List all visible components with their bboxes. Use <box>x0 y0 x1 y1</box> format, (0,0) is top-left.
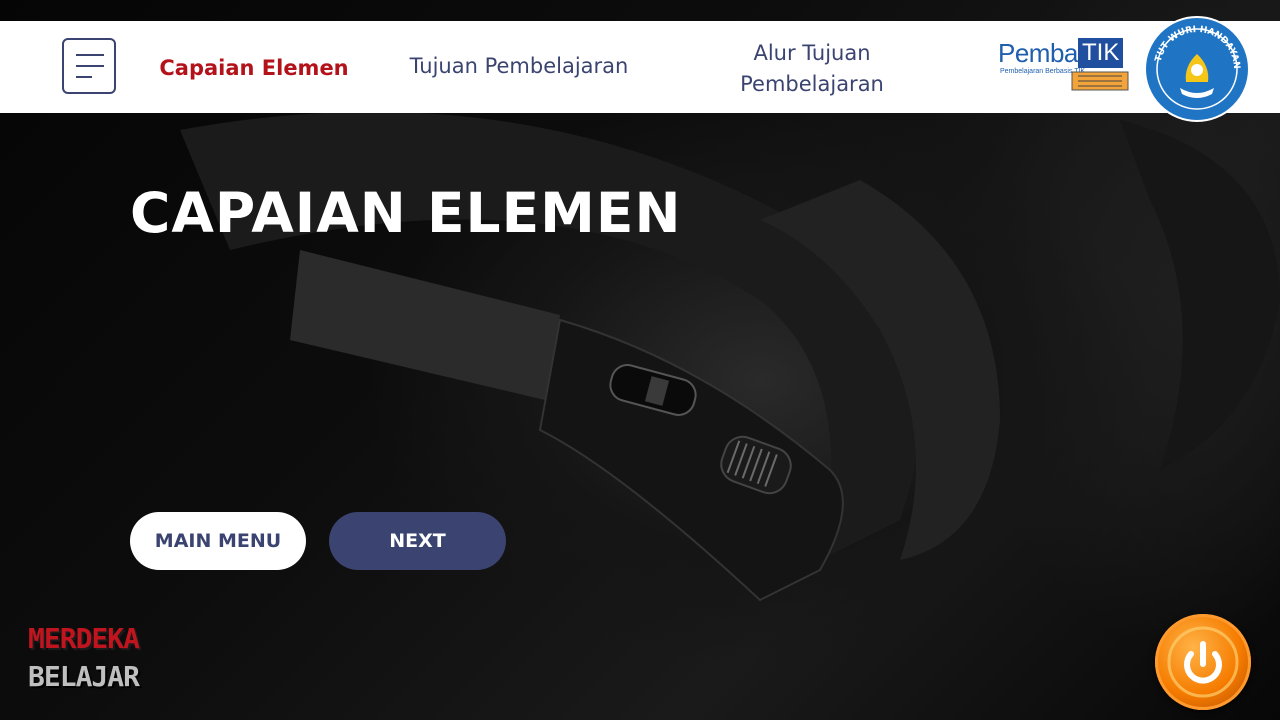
nav-capaian-elemen[interactable]: Capaian Elemen <box>158 53 350 84</box>
power-icon <box>1167 626 1239 698</box>
hamburger-line <box>76 76 92 78</box>
page-title: CAPAIAN ELEMEN <box>130 181 682 245</box>
tut-wuri-handayani-logo: TUT WURI HANDAYANI <box>1140 7 1252 124</box>
next-button[interactable]: NEXT <box>329 512 506 570</box>
merdeka-belajar-logo: MERDEKA BELAJAR <box>28 622 168 702</box>
hamburger-line <box>76 54 104 56</box>
laptop-icon <box>1071 71 1129 91</box>
power-button[interactable] <box>1155 614 1251 710</box>
merdeka-line1: MERDEKA <box>28 622 140 655</box>
menu-button[interactable] <box>62 38 116 94</box>
merdeka-line2: BELAJAR <box>28 660 140 693</box>
pembatik-logo: Pemba TIK Pembelajaran Berbasis TIK <box>998 38 1134 94</box>
main-menu-button[interactable]: MAIN MENU <box>130 512 306 570</box>
hamburger-line <box>76 65 104 67</box>
nav-alur-tujuan-pembelajaran[interactable]: Alur Tujuan Pembelajaran <box>722 38 902 100</box>
nav-tujuan-pembelajaran[interactable]: Tujuan Pembelajaran <box>394 51 644 82</box>
